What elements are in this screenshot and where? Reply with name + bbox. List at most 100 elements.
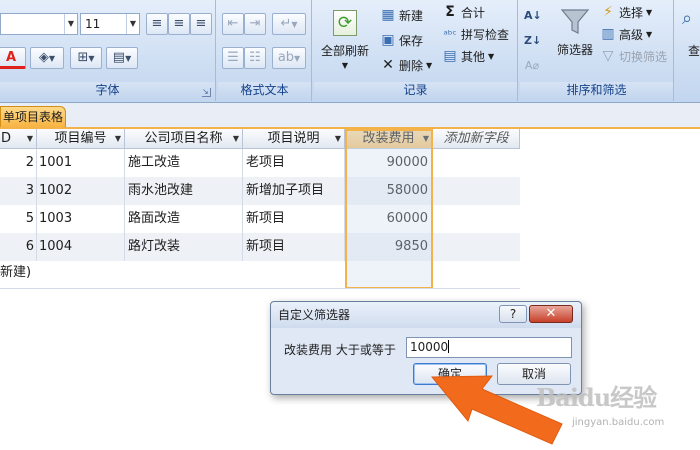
alternate-row-color-button[interactable]: ▤▼	[106, 47, 138, 69]
column-header-code[interactable]: 项目编号 ▼	[37, 129, 125, 149]
bullet-list-icon[interactable]: ☰	[222, 47, 244, 69]
filter-value-text: 10000	[410, 340, 449, 354]
filter-value-input[interactable]: 10000	[406, 337, 572, 358]
sort-filter-group: A↓ Z↓ A⌀ 筛选器 ⚡ 选择 ▼ ▥ 高级 ▼ ▽ 切换筛选 排序和筛选	[520, 0, 674, 101]
column-header-label: 项目编号	[54, 131, 107, 146]
toggle-filter-button[interactable]: ▽ 切换筛选	[600, 46, 667, 66]
selection-button[interactable]: ⚡ 选择 ▼	[600, 2, 652, 22]
cell-name: 施工改造	[125, 149, 243, 177]
save-record-button[interactable]: ▣ 保存	[380, 30, 423, 50]
column-header-desc[interactable]: 项目说明 ▼	[243, 129, 345, 149]
table-row[interactable]: 6 1004 路灯改装 新项目 9850	[0, 233, 520, 261]
font-size-value: 11	[85, 17, 101, 31]
font-group-label: 字体	[0, 82, 215, 99]
font-color-button[interactable]: A	[0, 47, 26, 69]
filter-button[interactable]: 筛选器	[554, 4, 596, 76]
save-record-label: 保存	[399, 33, 424, 48]
align-right-icon[interactable]: ≡	[190, 13, 212, 35]
cell-id: 2	[0, 149, 37, 177]
clear-sort-icon: A⌀	[524, 58, 540, 72]
highlight-icon[interactable]: ab▼	[272, 47, 306, 69]
decrease-indent-icon[interactable]: ⇤	[222, 13, 244, 35]
chevron-down-icon[interactable]: ▼	[233, 129, 239, 148]
advanced-button[interactable]: ▥ 高级 ▼	[600, 24, 652, 44]
rich-text-group: ⇤ ⇥ ↵▼ ☰ ☷ ab▼ 格式文本	[218, 0, 312, 101]
refresh-all-label: 全部刷新	[320, 44, 369, 58]
sort-ascending-button[interactable]: A↓	[524, 5, 542, 25]
spelling-label: 拼写检查	[461, 27, 510, 42]
new-record-button[interactable]: ▦ 新建	[380, 5, 423, 25]
new-record-row[interactable]: 新建)	[0, 261, 31, 280]
chevron-down-icon: ▼	[48, 54, 56, 63]
advanced-label: 高级	[619, 27, 644, 42]
delete-record-button[interactable]: ✕ 删除 ▼	[380, 55, 432, 75]
refresh-icon: ⟳	[333, 10, 357, 36]
more-icon: ▤	[443, 48, 457, 64]
table-row[interactable]: 5 1003 路面改造 新项目 60000	[0, 205, 520, 233]
ok-button[interactable]: 确定	[413, 363, 487, 385]
chevron-down-icon: ▼	[126, 14, 139, 34]
column-header-id[interactable]: D ▼	[0, 129, 37, 149]
cell-desc: 新增加子项目	[243, 177, 345, 205]
find-group: ⌕ 查	[676, 0, 700, 101]
cell-id: 6	[0, 233, 37, 261]
numbered-list-icon[interactable]: ☷	[244, 47, 266, 69]
close-button[interactable]: ✕	[529, 305, 573, 323]
column-header-label: 公司项目名称	[144, 131, 223, 146]
cell-desc: 新项目	[243, 205, 345, 233]
chevron-down-icon: ▼	[646, 29, 653, 39]
sort-descending-button[interactable]: Z↓	[524, 30, 541, 50]
table-document-tab[interactable]: 单项目表格	[0, 106, 66, 128]
totals-label: 合计	[461, 5, 486, 20]
chevron-down-icon: ▼	[426, 60, 433, 70]
save-icon: ▣	[381, 32, 395, 48]
column-header-name[interactable]: 公司项目名称 ▼	[125, 129, 243, 149]
more-button[interactable]: ▤ 其他 ▼	[442, 46, 494, 66]
delete-record-label: 删除	[399, 58, 424, 73]
font-group: ▼ 11 ▼ ≡ ≡ ≡ A ◈▼ ⊞▼ ▤▼ 字体 ↘	[0, 0, 216, 101]
cell-name: 路灯改装	[125, 233, 243, 261]
watermark-url: jingyan.baidu.com	[572, 417, 665, 428]
text-direction-icon[interactable]: ↵▼	[272, 13, 306, 35]
font-color-icon: A	[5, 50, 17, 65]
totals-button[interactable]: Σ 合计	[442, 2, 485, 22]
cell-id: 3	[0, 177, 37, 205]
fill-color-button[interactable]: ◈▼	[30, 47, 64, 69]
font-name-combo[interactable]: ▼	[0, 13, 78, 35]
records-group-label: 记录	[314, 82, 517, 99]
selected-column-highlight	[345, 129, 433, 289]
increase-indent-icon[interactable]: ⇥	[244, 13, 266, 35]
find-label: 查	[688, 44, 700, 58]
column-header-add-field[interactable]: 添加新字段	[433, 129, 520, 149]
clear-sort-button[interactable]: A⌀	[524, 55, 540, 75]
chevron-down-icon: ▼	[88, 54, 95, 63]
records-group: ⟳ 全部刷新 ▼ ▦ 新建 ▣ 保存 ✕ 删除 ▼ Σ 合计 ᵃᵇᶜ 拼写检查 ▤ 其他 ▼ 记…	[314, 0, 518, 101]
help-button[interactable]: ?	[499, 305, 527, 323]
cell-desc: 新项目	[243, 233, 345, 261]
chevron-down-icon[interactable]: ▼	[115, 129, 121, 148]
cell-id: 5	[0, 205, 37, 233]
spell-check-icon: ᵃᵇᶜ	[443, 27, 457, 41]
align-center-icon[interactable]: ≡	[168, 13, 190, 35]
grid-bottom-border	[0, 288, 520, 289]
new-record-label: 新建	[399, 8, 424, 23]
baidu-watermark: Baidu经验	[536, 383, 657, 412]
dialog-launcher-icon[interactable]: ↘	[202, 88, 211, 97]
filter-condition-label: 改装费用 大于或等于	[284, 343, 396, 357]
advanced-filter-icon: ▥	[601, 26, 615, 42]
align-left-icon[interactable]: ≡	[146, 13, 168, 35]
find-icon[interactable]: ⌕	[682, 8, 700, 34]
column-header-label: 项目说明	[267, 131, 320, 146]
font-size-combo[interactable]: 11 ▼	[80, 13, 140, 35]
gridlines-button[interactable]: ⊞▼	[70, 47, 102, 69]
refresh-all-button[interactable]: ⟳ 全部刷新 ▼	[316, 4, 374, 76]
datasheet-grid: D ▼ 项目编号 ▼ 公司项目名称 ▼ 项目说明 ▼ 改装费用 ▼ 添加新字段 2 100…	[0, 129, 520, 289]
cell-code: 1002	[37, 177, 125, 205]
table-row[interactable]: 3 1002 雨水池改建 新增加子项目 58000	[0, 177, 520, 205]
chevron-down-icon: ▼	[341, 61, 349, 70]
chevron-down-icon[interactable]: ▼	[335, 129, 341, 148]
cell-code: 1004	[37, 233, 125, 261]
chevron-down-icon[interactable]: ▼	[27, 129, 33, 148]
table-row[interactable]: 2 1001 施工改造 老项目 90000	[0, 149, 520, 177]
spelling-button[interactable]: ᵃᵇᶜ 拼写检查	[442, 24, 509, 44]
